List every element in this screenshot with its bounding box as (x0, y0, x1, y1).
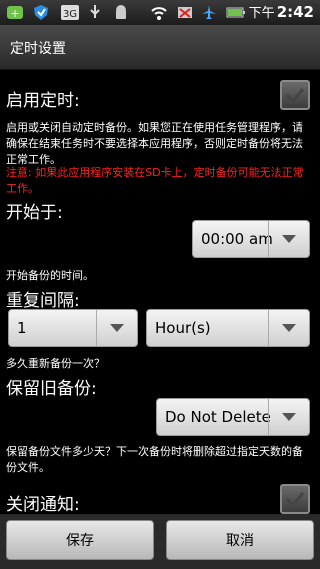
clock-time: 2:42 (276, 3, 314, 21)
airplane-icon (200, 4, 218, 21)
repeat-count-spinner[interactable]: 1 (8, 309, 138, 347)
keep-backups-spinner[interactable]: Do Not Delete (156, 398, 310, 436)
status-bar: + 3G 下午 2:42 (0, 0, 320, 25)
svg-text:3G: 3G (63, 9, 77, 20)
cancel-button[interactable]: 取消 (166, 520, 314, 560)
repeat-count-value: 1 (17, 319, 27, 337)
title-bar: 定时设置 (0, 25, 320, 70)
keep-backups-value: Do Not Delete (165, 408, 271, 426)
chevron-down-icon (96, 310, 137, 346)
start-time-spinner[interactable]: 00:00 am (192, 220, 310, 258)
chevron-down-icon (268, 221, 309, 257)
chevron-down-icon (268, 310, 309, 346)
repeat-interval-label: 重复间隔: (6, 291, 80, 311)
shield-icon (32, 4, 50, 21)
save-button[interactable]: 保存 (6, 520, 154, 560)
start-time-description: 开始备份的时间。 (6, 269, 94, 282)
usb-icon (86, 4, 104, 21)
start-time-label: 开始于: (6, 203, 63, 223)
sd-card-warning: 注意: 如果此应用程序安装在SD卡上，定时备份可能无法正常工作。 (6, 166, 304, 195)
page-title: 定时设置 (10, 41, 66, 57)
svg-text:+: + (10, 7, 19, 20)
enable-schedule-label: 启用定时: (6, 91, 80, 111)
check-icon (285, 492, 305, 508)
enable-schedule-description: 启用或关闭自动定时备份。如果您正在使用任务管理程序，请确保在结束任务时不要选择本… (6, 121, 303, 166)
clock-period: 下午 (248, 6, 275, 21)
repeat-unit-value: Hour(s) (155, 319, 211, 337)
status-clock: 下午 2:42 (249, 2, 314, 21)
keep-backups-label: 保留旧备份: (6, 379, 97, 399)
repeat-unit-spinner[interactable]: Hour(s) (146, 309, 310, 347)
wifi-icon (150, 4, 168, 21)
check-icon (285, 88, 305, 104)
start-time-value: 00:00 am (201, 230, 273, 248)
3g-icon: 3G (60, 4, 80, 21)
enable-schedule-checkbox[interactable] (280, 80, 310, 110)
disable-notify-label: 关闭通知: (6, 495, 80, 515)
chevron-down-icon (268, 399, 309, 435)
app-launcher-icon: + (6, 4, 24, 21)
android-icon (112, 4, 130, 21)
repeat-interval-description: 多久重新备份一次？ (6, 357, 105, 370)
disable-notify-checkbox[interactable] (280, 484, 310, 514)
battery-icon (226, 4, 246, 21)
signal-muted-icon (176, 4, 194, 21)
keep-backups-description: 保留备份文件多少天？下一次备份时将删除超过指定天数的备份文件。 (6, 445, 303, 474)
